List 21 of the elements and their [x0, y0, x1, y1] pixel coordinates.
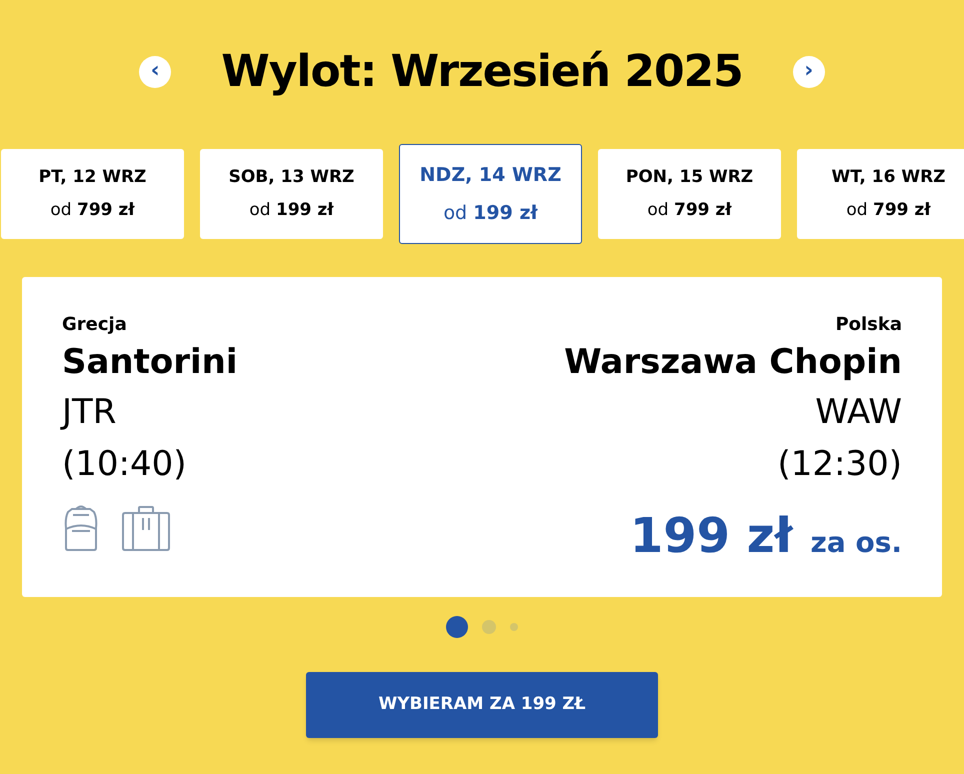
date-tab[interactable]: PON, 15 WRZ od 799 zł: [598, 149, 781, 239]
page-title: Wylot: Wrzesień 2025: [221, 45, 743, 99]
date-tab[interactable]: NDZ, 14 WRZ od 199 zł: [399, 144, 582, 244]
destination-time: (12:30): [777, 443, 902, 486]
origin-country: Grecja: [62, 313, 127, 337]
select-flight-button[interactable]: WYBIERAM ZA 199 ZŁ: [306, 672, 658, 738]
destination-country: Polska: [835, 313, 902, 337]
origin-time: (10:40): [62, 443, 187, 486]
price-suffix: za os.: [810, 525, 902, 561]
destination-code: WAW: [815, 391, 902, 434]
previous-button[interactable]: ‹: [139, 56, 172, 88]
origin-code: JTR: [62, 391, 116, 434]
date-tab[interactable]: PT, 12 WRZ od 799 zł: [1, 149, 184, 239]
destination-city: Warszawa Chopin: [564, 341, 902, 384]
next-button[interactable]: ›: [792, 56, 825, 88]
price: 199 zł: [630, 507, 793, 566]
date-tab[interactable]: WT, 16 WRZ od 799 zł: [797, 149, 964, 239]
backpack-icon: [62, 504, 100, 552]
date-tab[interactable]: SOB, 13 WRZ od 199 zł: [200, 149, 383, 239]
suitcase-icon: [120, 504, 172, 552]
origin-city: Santorini: [62, 341, 238, 384]
